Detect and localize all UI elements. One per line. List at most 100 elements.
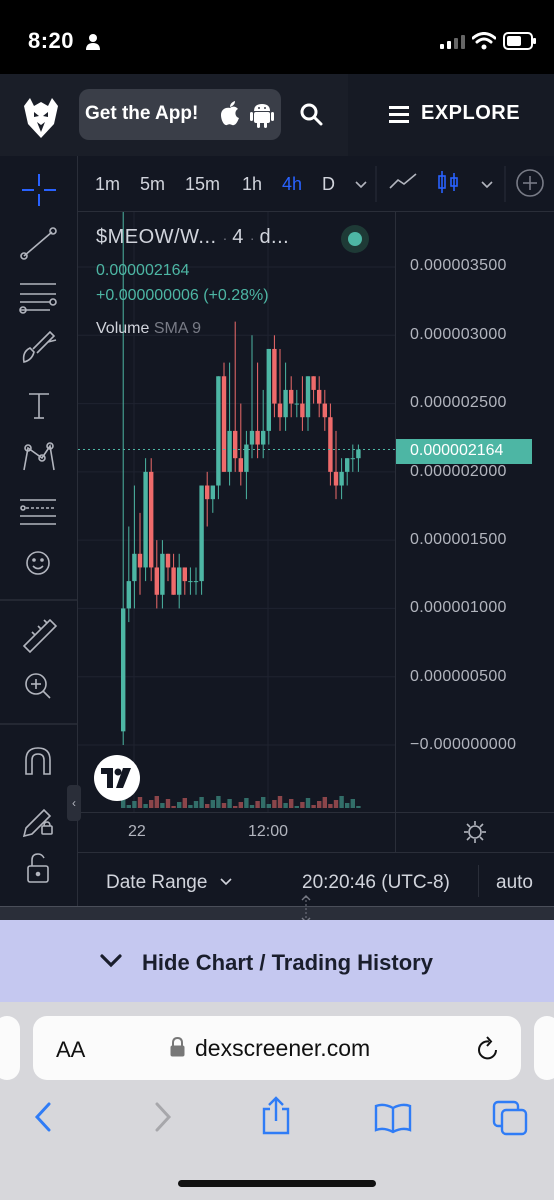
emoji-icon xyxy=(26,551,50,575)
legend-symbol-name: $MEOW/W... xyxy=(96,226,217,248)
text-icon xyxy=(29,393,49,419)
android-icon xyxy=(250,104,274,128)
tabs-icon[interactable] xyxy=(492,1100,528,1136)
chevron-down-icon xyxy=(100,954,122,968)
resize-divider[interactable] xyxy=(0,906,554,920)
volume-legend[interactable]: Volume SMA 9 xyxy=(96,320,201,338)
volume-bar xyxy=(255,801,260,808)
url-text[interactable]: dexscreener.com xyxy=(195,1035,370,1062)
explore-button[interactable]: EXPLORE xyxy=(421,102,520,125)
volume-bar xyxy=(283,803,288,808)
price-axis-label: 0.000002000 xyxy=(410,463,507,480)
volume-bar xyxy=(277,796,283,808)
candle-body xyxy=(132,553,137,582)
lock-drawing-icon xyxy=(22,808,53,838)
legend-interval: 4 xyxy=(232,226,244,248)
previous-tab-peek[interactable] xyxy=(0,1016,20,1080)
volume-bar xyxy=(143,804,148,808)
tf-1m[interactable]: 1m xyxy=(95,174,120,195)
candle-body xyxy=(277,403,283,418)
bookmarks-icon[interactable] xyxy=(374,1102,412,1134)
dexscreener-logo-icon[interactable] xyxy=(22,94,60,138)
legend-exchange: d... xyxy=(259,226,290,248)
legend-price: 0.000002164 xyxy=(96,262,190,279)
reload-icon[interactable] xyxy=(476,1036,500,1062)
unlock-icon xyxy=(27,853,49,883)
next-tab-peek[interactable] xyxy=(534,1016,554,1080)
candle-body xyxy=(244,444,249,472)
candle-body xyxy=(221,376,227,472)
price-axis-label: 0.000001000 xyxy=(410,599,507,616)
candle-body xyxy=(205,485,210,500)
search-icon[interactable] xyxy=(299,102,323,126)
trend-line-icon xyxy=(20,227,57,260)
candle-body xyxy=(289,389,294,404)
share-icon[interactable] xyxy=(260,1096,292,1136)
candle-body xyxy=(311,376,316,390)
chevron-down-icon xyxy=(355,181,367,189)
volume-bar xyxy=(261,797,266,808)
tf-1h[interactable]: 1h xyxy=(242,174,262,195)
crosshair-icon xyxy=(22,174,56,206)
tf-5m[interactable]: 5m xyxy=(140,174,165,195)
volume-bar xyxy=(272,800,277,808)
volume-bar xyxy=(126,805,131,808)
candle-body xyxy=(177,567,182,595)
candle-body xyxy=(160,553,165,595)
status-bar xyxy=(0,0,554,74)
candle-body xyxy=(193,581,199,583)
home-indicator xyxy=(178,1180,376,1187)
market-status-icon xyxy=(341,225,369,253)
tf-4h[interactable]: 4h xyxy=(282,174,302,195)
legend-symbol[interactable]: $MEOW/W... · 4 · d... xyxy=(96,226,289,249)
hide-chart-label: Hide Chart / Trading History xyxy=(142,950,433,975)
volume-bar xyxy=(317,801,322,808)
volume-bar xyxy=(205,804,210,808)
volume-bar xyxy=(137,797,143,808)
tf-15m[interactable]: 15m xyxy=(185,174,220,195)
volume-bar xyxy=(165,799,171,808)
candle-body xyxy=(126,581,131,609)
add-indicator-icon xyxy=(516,169,544,197)
candle-body xyxy=(283,389,288,418)
candle-body xyxy=(121,608,126,732)
candle-body xyxy=(249,430,255,445)
candle-body xyxy=(272,348,277,404)
volume-bar xyxy=(193,801,199,808)
hide-chart-button[interactable]: Hide Chart / Trading History xyxy=(0,920,554,1002)
price-axis-label: 0.000000500 xyxy=(410,668,507,685)
candle-body xyxy=(227,430,232,472)
candle-body xyxy=(350,458,355,460)
candle-body xyxy=(171,567,176,595)
forward-icon[interactable] xyxy=(154,1102,172,1132)
chevron-down-icon xyxy=(481,181,493,189)
candle-body xyxy=(210,485,215,500)
volume-bar xyxy=(350,799,355,808)
candle-body xyxy=(149,471,154,568)
tradingview-icon xyxy=(101,768,131,788)
volume-bar xyxy=(339,796,344,808)
volume-sma: SMA 9 xyxy=(153,320,201,337)
chart-clock[interactable]: 20:20:46 (UTC-8) xyxy=(302,872,450,894)
auto-scale-button[interactable]: auto xyxy=(496,872,533,894)
wifi-icon xyxy=(472,32,496,50)
tf-d[interactable]: D xyxy=(322,174,335,195)
volume-bar xyxy=(328,804,333,808)
volume-bar xyxy=(244,798,249,808)
volume-bar xyxy=(132,801,137,808)
zoom-in-icon xyxy=(25,673,51,699)
volume-bar xyxy=(266,804,271,808)
menu-icon[interactable] xyxy=(389,105,409,123)
volume-bar xyxy=(249,805,255,808)
price-axis[interactable]: 0.000003500 0.000003000 0.000002500 0.00… xyxy=(395,212,554,812)
reader-aa-button[interactable]: AA xyxy=(56,1037,85,1063)
status-time: 8:20 xyxy=(28,28,75,53)
back-icon[interactable] xyxy=(34,1102,52,1132)
volume-bar xyxy=(356,806,361,808)
settings-icon[interactable] xyxy=(463,820,487,844)
price-axis-label: 0.000003500 xyxy=(410,257,507,274)
price-axis-label: 0.000003000 xyxy=(410,326,507,343)
date-range-button[interactable]: Date Range xyxy=(106,872,207,894)
line-chart-icon xyxy=(389,173,417,189)
volume-bar xyxy=(177,802,182,808)
